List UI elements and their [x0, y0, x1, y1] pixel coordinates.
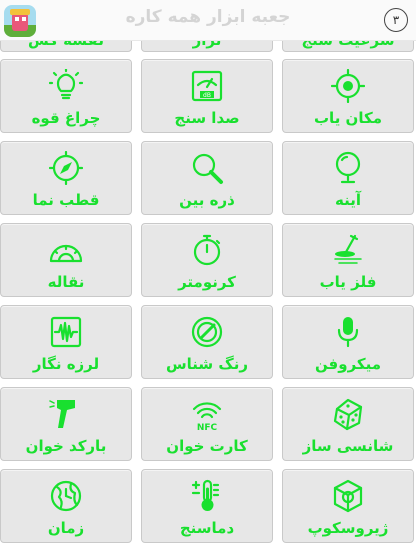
stopwatch-icon	[193, 234, 221, 266]
tool-sound-meter[interactable]: dB صدا سنج	[141, 59, 273, 133]
svg-text:NFC: NFC	[197, 423, 218, 431]
tool-label: شانسی ساز	[302, 437, 394, 455]
tool-label: آینه	[335, 191, 361, 209]
tool-compass[interactable]: قطب نما	[0, 141, 132, 215]
tool-time[interactable]: زمان	[0, 469, 132, 543]
tool-gyroscope[interactable]: ژیروسکوپ	[282, 469, 414, 543]
tool-card-reader[interactable]: NFC کارت خوان	[141, 387, 273, 461]
tool-protractor[interactable]: نقاله	[0, 223, 132, 297]
nfc-icon: NFC	[192, 402, 222, 431]
tool-label: قطب نما	[32, 191, 100, 209]
tool-metal-detector[interactable]: فلز یاب	[282, 223, 414, 297]
thermometer-icon	[191, 479, 220, 511]
microphone-icon	[337, 317, 359, 348]
tool-label: مکان یاب	[313, 109, 382, 127]
tool-label: میکروفن	[314, 355, 382, 373]
seismograph-icon	[50, 316, 82, 348]
tool-label: زمان	[47, 519, 85, 537]
protractor-icon	[49, 244, 83, 263]
tool-label: صدا سنج	[174, 109, 240, 127]
back-button[interactable]: ۳	[384, 8, 408, 32]
tool-flashlight[interactable]: چراغ قوه	[0, 59, 132, 133]
mirror-icon	[335, 151, 361, 184]
metal-detector-icon	[334, 234, 362, 264]
decibel-meter-icon: dB	[191, 70, 223, 102]
dice-icon	[333, 398, 363, 431]
tool-label: کارت خوان	[166, 437, 248, 455]
tool-barcode-reader[interactable]: بارکد خوان	[0, 387, 132, 461]
barcode-scanner-icon	[49, 400, 75, 428]
bulb-icon	[49, 69, 83, 100]
svg-text:dB: dB	[203, 92, 211, 99]
location-target-icon	[331, 69, 365, 103]
tool-label: بارکد خوان	[25, 437, 107, 455]
tool-label: نقاله	[47, 273, 85, 291]
color-picker-icon	[191, 316, 223, 348]
tool-chronometer[interactable]: کرنومتر	[141, 223, 273, 297]
tool-label: ژیروسکوپ	[307, 519, 389, 537]
tool-seismograph[interactable]: لرزه نگار	[0, 305, 132, 379]
tool-label: چراغ قوه	[31, 109, 101, 127]
tool-label: لرزه نگار	[32, 355, 100, 373]
globe-clock-icon	[50, 480, 82, 512]
tool-randomizer[interactable]: شانسی ساز	[282, 387, 414, 461]
tool-thermometer[interactable]: دماسنج	[141, 469, 273, 543]
compass-icon	[49, 151, 83, 185]
app-bar: جعبه ابزار همه کاره ۳	[0, 0, 416, 41]
tool-microphone[interactable]: میکروفن	[282, 305, 414, 379]
app-title: جعبه ابزار همه کاره	[125, 7, 291, 27]
tool-locator[interactable]: مکان یاب	[282, 59, 414, 133]
tool-label: دماسنج	[179, 519, 235, 537]
magnifier-icon	[192, 153, 223, 184]
tool-label: ذره بین	[179, 191, 235, 209]
tool-label: رنگ شناس	[165, 355, 249, 373]
tool-label: فلز یاب	[319, 273, 377, 291]
tool-mirror[interactable]: آینه	[282, 141, 414, 215]
gyroscope-icon	[333, 479, 363, 513]
tool-label: کرنومتر	[178, 273, 236, 291]
tool-magnifier[interactable]: ذره بین	[141, 141, 273, 215]
tool-color-picker[interactable]: رنگ شناس	[141, 305, 273, 379]
